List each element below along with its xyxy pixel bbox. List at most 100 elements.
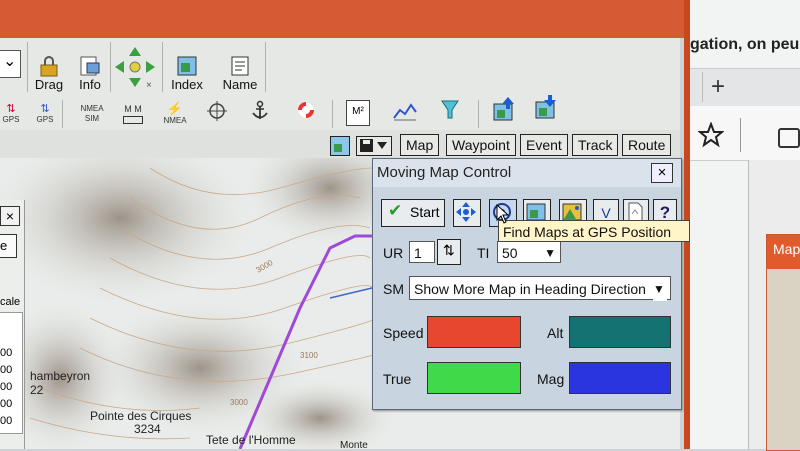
gps-button-2[interactable]: ⇅ GPS — [34, 102, 56, 128]
ur-input[interactable]: 1 — [409, 241, 435, 263]
nmea-sim-label: NMEA SIM — [80, 104, 104, 123]
dialog-close-button[interactable]: × — [651, 163, 673, 183]
profile-button[interactable] — [392, 100, 418, 124]
side-article-card[interactable]: Map — [766, 234, 800, 451]
gps-label: GPS — [2, 115, 20, 124]
ur-adjust-button[interactable]: ⇅ — [437, 239, 461, 265]
scale-list: 00 00 00 00 00 — [0, 312, 23, 434]
tab-route[interactable]: Route — [622, 134, 672, 156]
sort-arrows-icon: ⇅ — [443, 242, 455, 258]
place-label-tete-de-lhomme: Tete de l'Homme — [206, 433, 296, 447]
side-close-button[interactable]: × — [0, 206, 20, 226]
pan-arrows-icon: × — [115, 47, 155, 91]
tab-map[interactable]: Map — [400, 134, 440, 156]
gps-button-1[interactable]: ⇅ GPS — [0, 102, 22, 128]
browser-menu-button[interactable] — [776, 124, 800, 148]
nmea-sim-button[interactable]: NMEA SIM — [78, 104, 106, 128]
contour-label: 3000 — [230, 398, 248, 407]
start-button[interactable]: ✔ Start — [381, 199, 445, 227]
pan-control[interactable]: × — [112, 44, 158, 92]
side-article-header: Map — [767, 235, 800, 269]
sm-value: Show More Map in Heading Direction — [414, 281, 646, 297]
speed-color-swatch[interactable] — [427, 316, 521, 348]
gps-label: GPS — [36, 115, 54, 124]
move-arrows-icon — [456, 202, 476, 222]
scale-value: 00 — [0, 347, 13, 359]
scale-value: 00 — [0, 364, 13, 376]
toolbar-dropdown[interactable]: ⌄ — [0, 50, 21, 78]
info-label: Info — [79, 77, 101, 92]
side-button[interactable]: e — [0, 234, 17, 258]
find-maps-tooltip: Find Maps at GPS Position — [498, 220, 690, 242]
menu-separator — [740, 118, 741, 152]
drag-button[interactable]: Drag — [30, 44, 68, 92]
upload-map-button[interactable] — [492, 96, 518, 124]
lifebuoy-button[interactable] — [296, 100, 318, 126]
filter-button[interactable] — [440, 98, 462, 124]
true-color-swatch[interactable] — [427, 362, 521, 394]
map-image-button[interactable] — [330, 136, 350, 156]
mag-label: Mag — [537, 371, 565, 387]
tab-waypoint[interactable]: Waypoint — [446, 134, 516, 156]
crosshair-icon — [207, 101, 227, 121]
floppy-disk-icon — [360, 139, 387, 152]
chevron-down-icon: ▼ — [653, 277, 667, 301]
mm-button[interactable]: M M — [120, 104, 146, 128]
speed-label: Speed — [383, 325, 424, 341]
save-dropdown-button[interactable] — [356, 136, 392, 156]
map-thumbnail-icon — [334, 144, 342, 152]
sm-label: SM — [383, 281, 404, 297]
lifebuoy-icon — [298, 102, 314, 118]
mouse-cursor-icon — [496, 204, 510, 224]
contour-label: 3100 — [300, 351, 318, 360]
new-tab-button[interactable]: + — [702, 72, 733, 102]
crosshair-button[interactable] — [206, 100, 230, 126]
alt-color-swatch[interactable] — [569, 316, 671, 348]
scale-value: 00 — [0, 398, 13, 410]
gps-download-icon: ⇅ — [40, 103, 50, 115]
ur-label: UR — [383, 245, 404, 261]
alt-label: Alt — [547, 325, 564, 341]
mm-label: M M — [124, 104, 142, 114]
browser-page-text: gation, on peu — [690, 36, 800, 53]
nmea-button[interactable]: ⚡ NMEA — [160, 102, 190, 128]
ti-select[interactable]: 50 ▼ — [497, 241, 561, 263]
place-label-chambeyron: hambeyron — [30, 369, 90, 383]
anchor-icon — [252, 100, 268, 119]
favorite-button[interactable] — [697, 121, 726, 150]
sm-select[interactable]: Show More Map in Heading Direction ▼ — [409, 276, 671, 301]
title-bar — [0, 0, 690, 38]
tab-track[interactable]: Track — [572, 134, 619, 156]
dialog-title: Moving Map Control — [377, 164, 512, 181]
name-icon — [231, 56, 249, 76]
name-label: Name — [222, 77, 258, 92]
map-upload-icon — [493, 97, 514, 121]
contour-label: 3000 — [255, 258, 275, 275]
lock-icon — [40, 56, 58, 77]
lightning-icon: ⚡ — [166, 101, 184, 116]
index-label: Index — [171, 77, 203, 92]
keyboard-icon — [123, 116, 143, 124]
tab-event[interactable]: Event — [520, 134, 568, 156]
drag-label: Drag — [34, 77, 64, 92]
ti-label: TI — [477, 245, 490, 261]
svg-text:×: × — [146, 80, 152, 90]
area-button[interactable]: M² — [346, 100, 370, 126]
download-map-button[interactable] — [534, 94, 560, 122]
move-map-button[interactable] — [453, 199, 481, 227]
place-label-monte: Monte — [340, 440, 368, 449]
moving-map-control-dialog: Moving Map Control × ✔ Start V ? UR 1 ⇅ … — [372, 158, 682, 410]
chevron-down-icon: ⌄ — [3, 53, 17, 70]
map-index-icon — [177, 56, 197, 76]
nmea-label: NMEA — [163, 116, 187, 125]
mag-color-swatch[interactable] — [569, 362, 671, 394]
info-button[interactable]: Info — [72, 44, 108, 92]
checkmark-icon: ✔ — [388, 201, 403, 220]
name-button[interactable]: Name — [218, 44, 262, 92]
scale-value: 00 — [0, 381, 13, 393]
place-label-pointe-des-cirques: Pointe des Cirques — [90, 409, 191, 423]
ti-value: 50 — [502, 245, 518, 261]
info-icon — [80, 56, 100, 76]
index-button[interactable]: Index — [166, 44, 208, 92]
anchor-button[interactable] — [250, 100, 272, 126]
